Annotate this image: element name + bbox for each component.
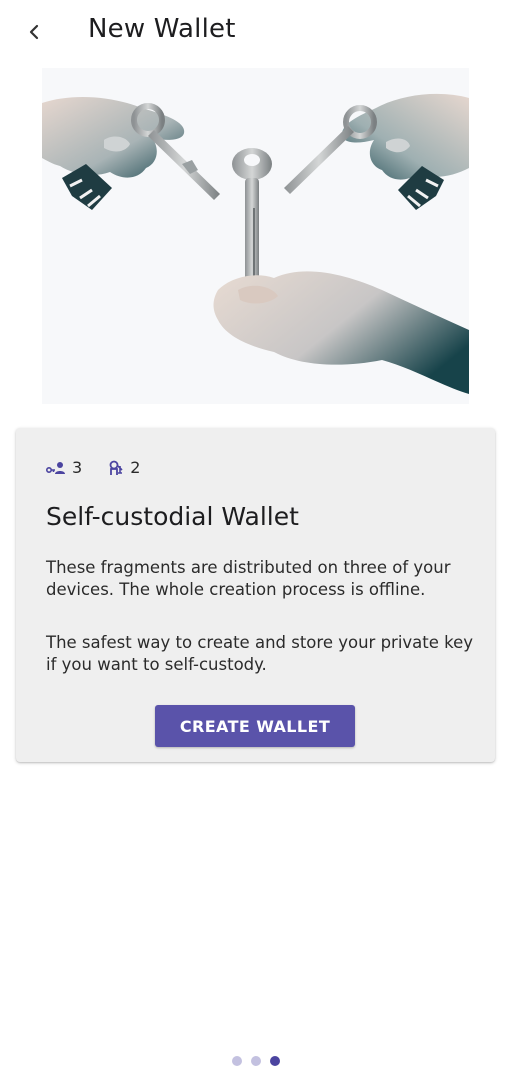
hands-with-keys-illustration bbox=[42, 68, 469, 404]
card-title: Self-custodial Wallet bbox=[46, 502, 299, 531]
card-note: The safest way to create and store your … bbox=[46, 633, 474, 674]
signers-stat: 2 bbox=[108, 458, 140, 477]
signer-icon bbox=[109, 460, 123, 475]
signers-count: 2 bbox=[130, 458, 141, 477]
card-description: These fragments are distributed on three… bbox=[46, 558, 451, 599]
hero-illustration bbox=[42, 68, 469, 404]
wallet-stats: 3 2 bbox=[46, 458, 166, 477]
chevron-left-icon bbox=[29, 24, 39, 40]
devices-count: 3 bbox=[72, 458, 83, 477]
page-dot-3-active[interactable] bbox=[269, 1056, 280, 1066]
wallet-option-card: 3 2 Self-custodial Wallet These fragment… bbox=[16, 428, 495, 762]
page-indicator bbox=[0, 1056, 511, 1066]
page-title: New Wallet bbox=[88, 14, 236, 44]
page-dot-1[interactable] bbox=[231, 1056, 242, 1066]
devices-stat: 3 bbox=[46, 458, 82, 477]
create-wallet-button[interactable]: CREATE WALLET bbox=[155, 705, 355, 747]
page-dot-2[interactable] bbox=[250, 1056, 261, 1066]
back-button[interactable] bbox=[18, 16, 50, 48]
key-person-icon bbox=[46, 461, 65, 474]
app-header: New Wallet bbox=[0, 0, 511, 66]
